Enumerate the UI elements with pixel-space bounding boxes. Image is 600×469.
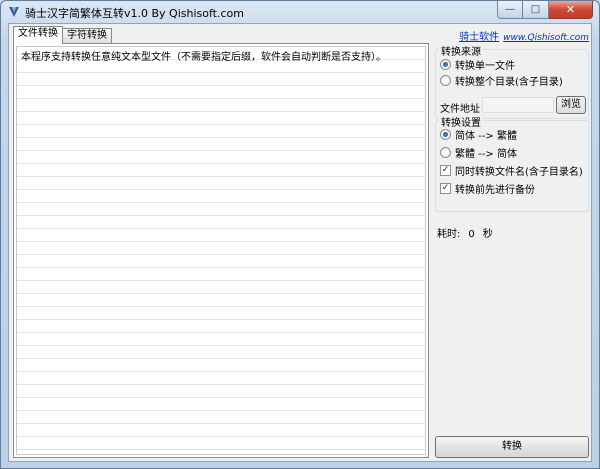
tab-strip: 文件转换 字符转换 — [13, 26, 112, 44]
options-panel: 骑士软件 www.Qishisoft.com 转换来源 转换单一文件 转换整个目录… — [433, 24, 591, 461]
info-text: 本程序支持转换任意纯文本型文件（不需要指定后缀，软件会自动判断是否支持）。 — [21, 52, 386, 63]
site-name-link[interactable]: 骑士软件 — [459, 32, 499, 43]
title-bar[interactable]: 骑士汉字简繁体互转v1.0 By Qishisoft.com — □ ✕ — [1, 1, 599, 23]
window-title: 骑士汉字简繁体互转v1.0 By Qishisoft.com — [25, 7, 244, 20]
rename-files-label: 同时转换文件名(含子目录名) — [455, 166, 583, 178]
minimize-icon: — — [505, 4, 515, 15]
source-groupbox: 转换来源 转换单一文件 转换整个目录(含子目录) 文件地址 浏览 — [435, 43, 589, 119]
direction-s2t-option[interactable]: 简体 --> 繁體 — [440, 127, 517, 142]
source-directory-option[interactable]: 转换整个目录(含子目录) — [440, 73, 563, 88]
close-button[interactable]: ✕ — [549, 1, 593, 19]
maximize-button[interactable]: □ — [523, 1, 549, 19]
tab-text-convert[interactable]: 字符转换 — [62, 28, 112, 44]
elapsed-value: 0 — [468, 229, 475, 240]
direction-t2s-option[interactable]: 繁體 --> 简体 — [440, 145, 517, 160]
checkbox-rename-files[interactable]: ✓ — [440, 164, 451, 176]
convert-button[interactable]: 转换 — [435, 436, 589, 458]
close-icon: ✕ — [565, 3, 576, 16]
site-link[interactable]: 骑士软件 www.Qishisoft.com — [459, 28, 589, 43]
site-url-link[interactable]: www.Qishisoft.com — [503, 33, 589, 43]
app-window: 骑士汉字简繁体互转v1.0 By Qishisoft.com — □ ✕ 文件转… — [0, 0, 600, 469]
file-path-label: 文件地址 — [440, 104, 480, 115]
caption-buttons: — □ ✕ — [497, 1, 593, 19]
radio-traditional-to-simplified[interactable] — [440, 146, 451, 158]
backup-label: 转换前先进行备份 — [455, 184, 535, 196]
elapsed-unit: 秒 — [482, 229, 493, 240]
elapsed-time: 耗时: 0 秒 — [437, 225, 501, 240]
rename-files-option[interactable]: ✓ 同时转换文件名(含子目录名) — [440, 163, 583, 178]
app-icon — [9, 7, 19, 17]
source-single-file-option[interactable]: 转换单一文件 — [440, 57, 515, 72]
source-directory-label: 转换整个目录(含子目录) — [455, 76, 563, 88]
direction-t2s-label: 繁體 --> 简体 — [455, 148, 517, 160]
radio-simplified-to-traditional[interactable] — [440, 128, 451, 140]
client-area: 文件转换 字符转换 本程序支持转换任意纯文本型文件（不需要指定后缀，软件会自动判… — [8, 23, 592, 462]
file-path-input[interactable] — [482, 97, 554, 113]
source-single-file-label: 转换单一文件 — [455, 60, 515, 72]
settings-groupbox: 转换设置 简体 --> 繁體 繁體 --> 简体 ✓ 同时转换文件名(含子目录名… — [435, 114, 589, 212]
radio-directory[interactable] — [440, 74, 451, 86]
file-convert-page: 本程序支持转换任意纯文本型文件（不需要指定后缀，软件会自动判断是否支持）。 — [13, 43, 429, 458]
direction-s2t-label: 简体 --> 繁體 — [455, 130, 517, 142]
browse-button[interactable]: 浏览 — [556, 96, 586, 114]
radio-single-file[interactable] — [440, 58, 451, 70]
minimize-button[interactable]: — — [497, 1, 523, 19]
log-area[interactable]: 本程序支持转换任意纯文本型文件（不需要指定后缀，软件会自动判断是否支持）。 — [16, 46, 426, 455]
backup-option[interactable]: ✓ 转换前先进行备份 — [440, 181, 535, 196]
maximize-icon: □ — [530, 4, 541, 15]
elapsed-label: 耗时: — [437, 229, 461, 240]
tab-file-convert[interactable]: 文件转换 — [13, 26, 63, 44]
checkbox-backup[interactable]: ✓ — [440, 182, 451, 194]
